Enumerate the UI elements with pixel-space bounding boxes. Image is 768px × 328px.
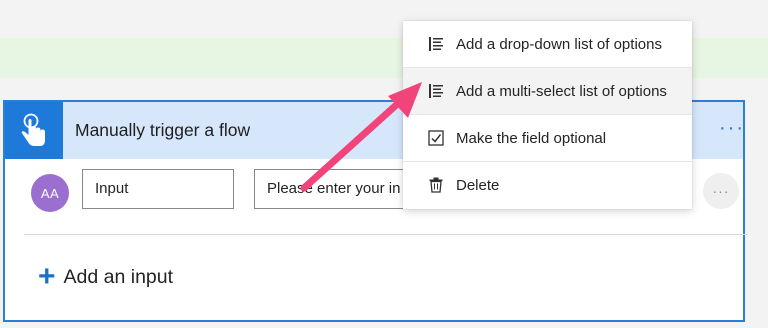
add-input-label: Add an input bbox=[63, 265, 174, 288]
row-more-options-button[interactable]: ··· bbox=[703, 173, 739, 209]
menu-item-delete[interactable]: Delete bbox=[403, 162, 692, 208]
menu-item-make-optional[interactable]: Make the field optional bbox=[403, 115, 692, 161]
menu-item-label: Make the field optional bbox=[456, 129, 607, 147]
avatar: AA bbox=[31, 174, 69, 212]
menu-item-multiselect-list[interactable]: Add a multi-select list of options bbox=[403, 68, 692, 114]
trash-icon bbox=[429, 177, 443, 193]
trigger-title: Manually trigger a flow bbox=[75, 120, 251, 140]
context-menu: Add a drop-down list of options Add a mu… bbox=[403, 21, 692, 209]
touch-hand-icon bbox=[21, 113, 45, 146]
list-icon bbox=[429, 37, 443, 51]
add-input-button[interactable]: + Add an input bbox=[38, 262, 173, 292]
checkbox-icon bbox=[428, 130, 444, 146]
plus-icon: + bbox=[38, 260, 56, 293]
menu-item-dropdown-list[interactable]: Add a drop-down list of options bbox=[403, 21, 692, 67]
menu-item-label: Add a multi-select list of options bbox=[456, 82, 667, 100]
input-name-field[interactable]: Input bbox=[82, 169, 234, 209]
divider bbox=[24, 234, 748, 235]
list-icon bbox=[429, 84, 443, 98]
input-placeholder-field[interactable]: Please enter your in bbox=[254, 169, 414, 209]
trigger-icon-box bbox=[5, 102, 63, 159]
menu-item-label: Delete bbox=[456, 176, 500, 194]
header-more-options-button[interactable]: ··· bbox=[719, 118, 745, 138]
menu-item-label: Add a drop-down list of options bbox=[456, 35, 662, 53]
